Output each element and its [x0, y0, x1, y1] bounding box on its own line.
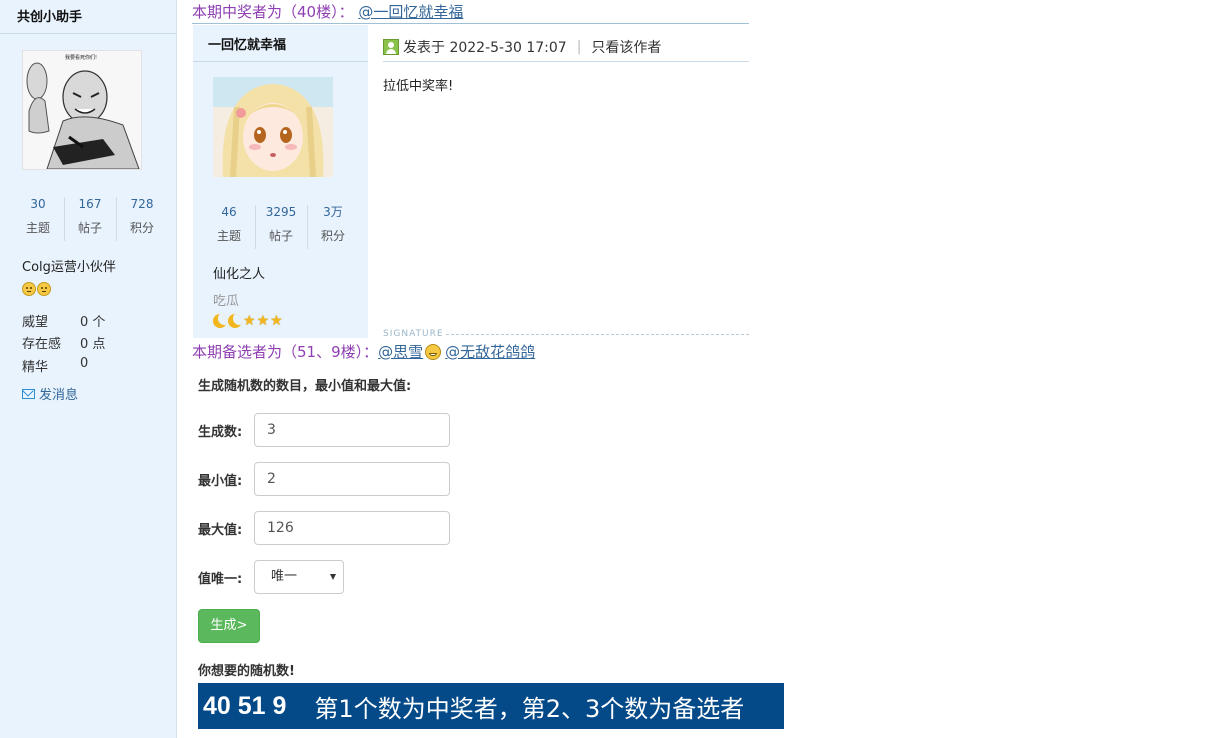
unique-selected-value: 唯一 — [271, 569, 298, 584]
min-input[interactable] — [254, 462, 450, 496]
avatar-caption: 我要看死你们! — [65, 54, 97, 61]
stat-posts[interactable]: 167 帖子 — [64, 197, 116, 241]
stat-value: 30 — [30, 197, 46, 211]
unique-select[interactable]: 唯一 — [254, 560, 344, 594]
stat-label: 帖子 — [77, 221, 102, 235]
post-author-group[interactable]: 吃瓜 — [213, 290, 239, 309]
winner-divider — [192, 23, 749, 24]
stat-posts[interactable]: 3295 帖子 — [255, 205, 307, 249]
result-title: 你想要的随机数! — [198, 664, 295, 679]
left-sidebar: 共创小助手 我要看死你们! 30 主题 167 帖子 728 积分 Colg运营… — [0, 0, 177, 738]
max-input[interactable] — [254, 511, 450, 545]
star-rank-icon: ★ — [243, 313, 256, 329]
post-author-name[interactable]: 一回忆就幸福 — [193, 25, 368, 62]
stat-label: 积分 — [129, 221, 154, 235]
form-intro: 生成随机数的数目，最小值和最大值: — [198, 379, 412, 394]
max-label: 最大值: — [198, 523, 243, 538]
generate-button[interactable]: 生成> — [198, 609, 260, 643]
post-timestamp: 发表于 2022-5-30 17:07 — [403, 40, 567, 56]
stat-value: 46 — [221, 205, 237, 219]
winner-user-link[interactable]: @一回忆就幸福 — [358, 3, 463, 21]
result-box: 40 51 9 第1个数为中奖者，第2、3个数为备选者 — [198, 683, 784, 729]
min-label: 最小值: — [198, 474, 243, 489]
stat-value: 3295 — [265, 205, 297, 219]
star-rank-icon: ★ — [270, 313, 283, 329]
post-meta: 发表于 2022-5-30 17:07 | 只看该作者 — [383, 37, 661, 57]
anime-avatar-drawing — [213, 77, 333, 177]
stat-value: 3万 — [323, 205, 343, 219]
attr-label: 威望 — [22, 315, 49, 330]
sidebar-medals — [22, 282, 51, 296]
sidebar-username[interactable]: 共创小助手 — [0, 0, 176, 34]
post-content: 拉低中奖率! — [383, 79, 454, 94]
sidebar-avatar[interactable]: 我要看死你们! — [22, 50, 142, 170]
attr-value: 0 — [80, 356, 89, 371]
result-numbers: 40 51 9 — [203, 691, 287, 720]
count-input[interactable] — [254, 413, 450, 447]
attr-value: 0 点 — [80, 337, 106, 352]
attr-digest: 精华 0 — [22, 356, 88, 375]
grin-emoji-icon — [425, 343, 442, 360]
meta-divider: | — [576, 39, 582, 55]
stat-topics[interactable]: 30 主题 — [12, 197, 64, 235]
attr-label: 存在感 — [22, 337, 62, 352]
signature-label: SIGNATURE — [383, 329, 444, 339]
attr-value: 0 个 — [80, 315, 106, 330]
smiley-medal-icon — [22, 282, 36, 296]
post-author-panel: 一回忆就幸福 46 主题 3295 帖子 3万 积分 仙化之人 吃瓜 ★ ★ ★ — [193, 25, 368, 338]
star-rank-icon: ★ — [256, 313, 270, 329]
attr-prestige: 威望 0 个 — [22, 311, 105, 330]
attr-label: 精华 — [22, 360, 49, 375]
moon-rank-icon — [228, 314, 242, 328]
smiley-medal-icon — [37, 282, 51, 296]
avatar-drawing: 我要看死你们! — [23, 51, 141, 169]
backup-user-link[interactable]: @思雪 — [378, 341, 423, 362]
post-author-stats: 46 主题 3295 帖子 3万 积分 — [203, 205, 359, 249]
backup-announcement: 本期备选者为（51、9楼）： @思雪 @无敌花鸽鸽 — [192, 341, 535, 362]
stat-label: 主题 — [25, 221, 50, 235]
attr-presence: 存在感 0 点 — [22, 333, 105, 352]
stat-label: 主题 — [216, 229, 241, 243]
stat-value: 167 — [78, 197, 102, 211]
stat-points[interactable]: 3万 积分 — [307, 205, 359, 249]
post-author-title: 仙化之人 — [213, 267, 266, 282]
backup-user-link[interactable]: @无敌花鸽鸽 — [445, 341, 535, 362]
result-note: 第1个数为中奖者，第2、3个数为备选者 — [314, 694, 745, 723]
stat-points[interactable]: 728 积分 — [116, 197, 168, 241]
stat-label: 积分 — [320, 229, 345, 243]
sidebar-stats: 30 主题 167 帖子 728 积分 — [12, 197, 168, 241]
winner-announcement: 本期中奖者为（40楼）： @一回忆就幸福 — [192, 1, 463, 22]
mail-icon — [22, 388, 35, 399]
post-meta-divider — [383, 61, 749, 62]
send-message-link[interactable]: 发消息 — [22, 384, 78, 403]
count-label: 生成数: — [198, 425, 243, 440]
post-author-avatar[interactable] — [213, 77, 333, 177]
sidebar-user-title: Colg运营小伙伴 — [22, 260, 116, 275]
only-author-link[interactable]: 只看该作者 — [591, 37, 661, 57]
moon-rank-icon — [213, 314, 227, 328]
post-author-rank-badges: ★ ★ ★ — [213, 314, 283, 328]
stat-label: 帖子 — [268, 229, 293, 243]
send-message-label: 发消息 — [39, 388, 79, 403]
stat-topics[interactable]: 46 主题 — [203, 205, 255, 243]
backup-text: 本期备选者为（51、9楼）： — [192, 343, 379, 361]
signature-divider — [446, 334, 749, 335]
winner-text: 本期中奖者为（40楼）： — [192, 3, 354, 21]
caret-down-icon — [330, 574, 336, 580]
unique-label: 值唯一: — [198, 572, 243, 587]
stat-value: 728 — [130, 197, 154, 211]
user-online-icon — [383, 39, 399, 55]
